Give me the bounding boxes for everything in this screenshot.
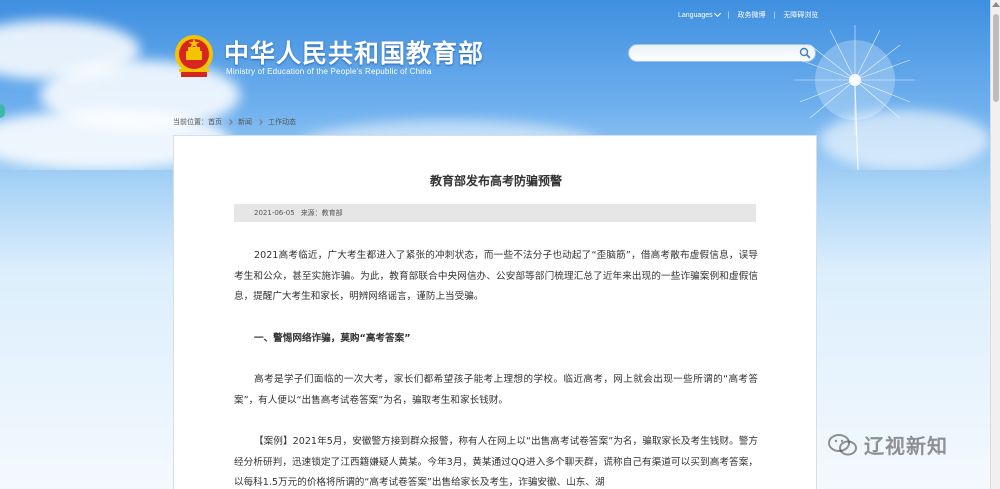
languages-dropdown[interactable]: Languages	[678, 9, 721, 19]
site-subtitle: Ministry of Education of the People's Re…	[226, 67, 432, 76]
breadcrumb-home[interactable]: 当前位置：首页	[173, 117, 222, 127]
article-paragraph: 【案例】2021年5月，安徽警方接到群众报警，称有人在网上以“出售高考试卷答案”…	[234, 436, 758, 488]
article-paragraph: 高考是学子们面临的一次大考，家长们都希望孩子能考上理想的学校。临近高考，网上就会…	[234, 374, 758, 406]
article-paragraph: 2021高考临近，广大考生都进入了紧张的冲刺状态，而一些不法分子也动起了“歪脑筋…	[234, 250, 758, 302]
languages-label: Languages	[678, 11, 713, 19]
link-weibo[interactable]: 政务微博	[737, 10, 765, 20]
national-emblem-icon	[175, 35, 213, 77]
chevron-down-icon	[713, 9, 721, 18]
top-links: Languages | 政务微博 | 无障碍浏览	[678, 9, 818, 20]
divider: |	[773, 11, 776, 19]
chevron-right-icon	[257, 119, 263, 125]
search-input[interactable]	[628, 44, 816, 62]
article-meta: 2021-06-05 来源：教育部	[234, 204, 756, 222]
article-title: 教育部发布高考防骗预警	[429, 174, 562, 188]
breadcrumb-work-news[interactable]: 工作动态	[268, 117, 296, 127]
section-heading: 一、警惕网络诈骗，莫购“高考答案”	[254, 333, 411, 344]
scrollbar-thumb[interactable]	[993, 14, 999, 102]
breadcrumb: 当前位置：首页 新闻 工作动态	[173, 117, 296, 127]
scroll-up-arrow-icon[interactable]	[992, 2, 1000, 7]
article-source: 来源：教育部	[300, 209, 343, 217]
page-scrollbar[interactable]	[990, 0, 1000, 489]
watermark: 辽视新知	[828, 430, 948, 459]
watermark-text: 辽视新知	[864, 434, 948, 458]
site-title[interactable]: 中华人民共和国教育部	[224, 34, 484, 70]
divider: |	[727, 11, 730, 19]
link-accessibility[interactable]: 无障碍浏览	[783, 10, 818, 20]
wechat-icon	[828, 433, 857, 455]
article-date: 2021-06-05	[254, 209, 295, 217]
breadcrumb-news[interactable]: 新闻	[238, 117, 252, 127]
article-panel: 教育部发布高考防骗预警 2021-06-05 来源：教育部 2021高考临近，广…	[173, 135, 817, 489]
chevron-right-icon	[227, 119, 233, 125]
